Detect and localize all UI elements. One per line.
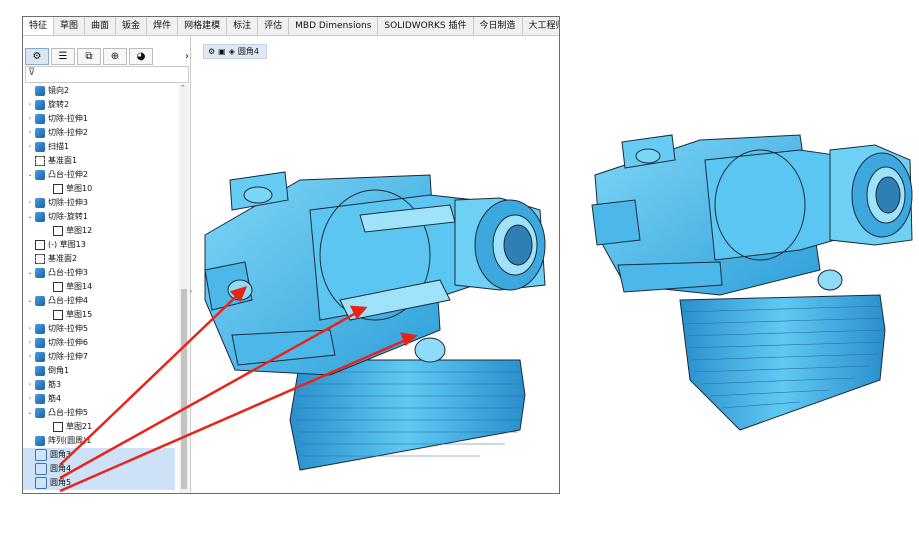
model-overlay	[59, 134, 913, 493]
model-right[interactable]	[591, 134, 913, 431]
model-left[interactable]	[204, 171, 546, 471]
